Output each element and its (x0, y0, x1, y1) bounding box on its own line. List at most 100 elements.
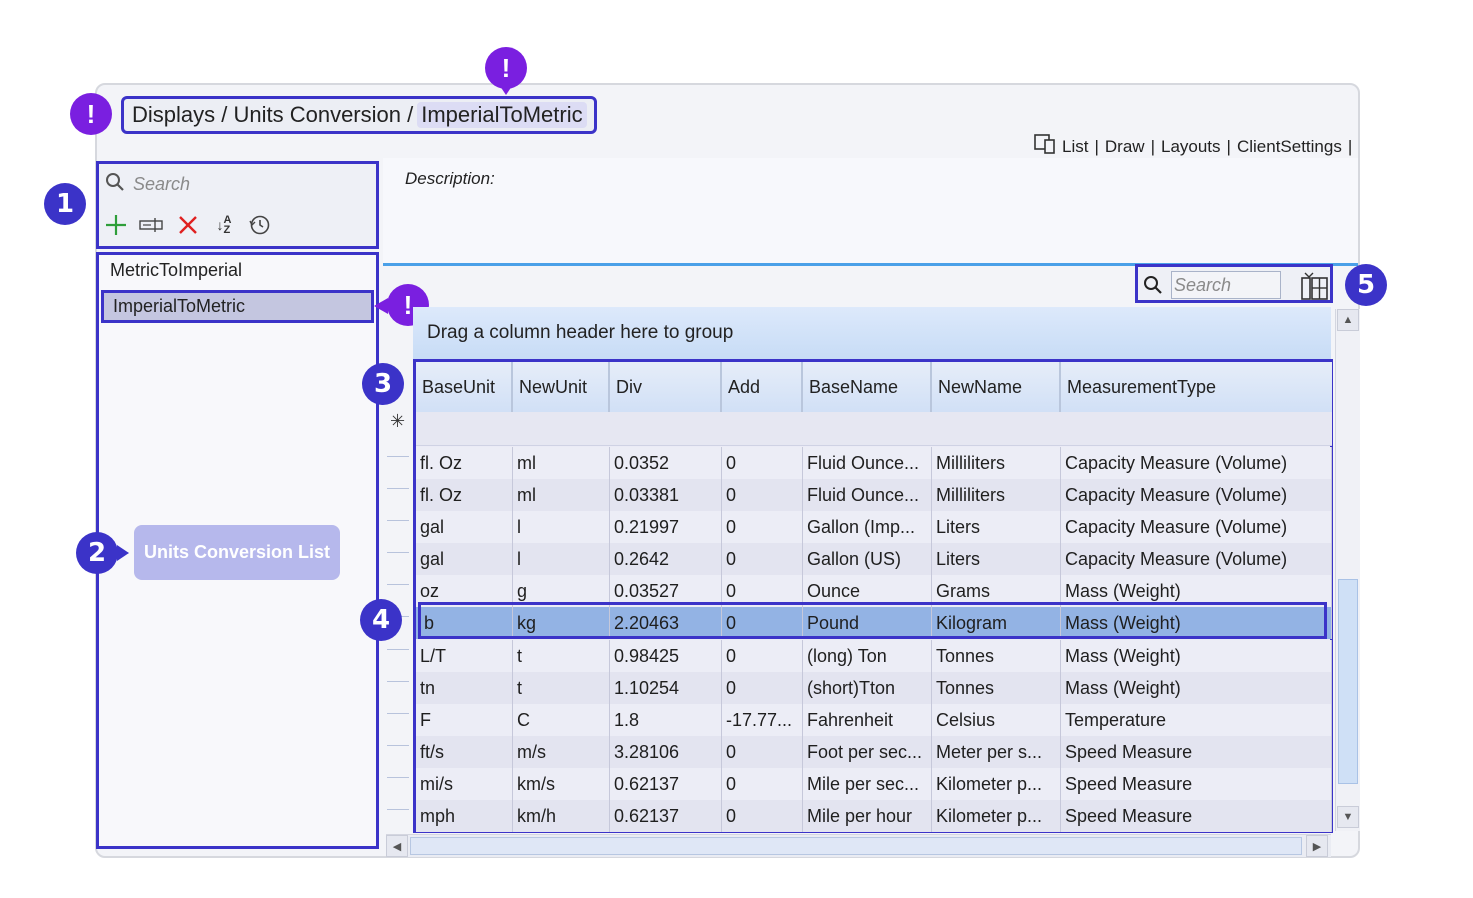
cell-basename[interactable]: Fahrenheit (803, 704, 932, 736)
cell-newunit[interactable]: km/h (513, 800, 610, 832)
new-row[interactable] (416, 412, 1332, 446)
cell-measurementtype[interactable]: Mass (Weight) (1061, 640, 1332, 672)
cell-baseunit[interactable]: tn (416, 672, 513, 704)
table-row[interactable]: ft/s m/s 3.28106 0 Foot per sec... Meter per … (416, 736, 1332, 768)
cell-measurementtype[interactable]: Mass (Weight) (1061, 672, 1332, 704)
horizontal-scrollbar[interactable]: ◀ ▶ (386, 834, 1331, 857)
cell-div[interactable]: 0.62137 (610, 800, 722, 832)
cell-baseunit[interactable]: gal (416, 543, 513, 575)
cell-add[interactable]: 0 (722, 768, 803, 800)
cell-div[interactable]: 0.0352 (610, 447, 722, 479)
cell-baseunit[interactable]: mph (416, 800, 513, 832)
layouts-link[interactable]: Layouts (1161, 137, 1221, 157)
cell-basename[interactable]: Fluid Ounce... (803, 447, 932, 479)
cell-newname[interactable]: Celsius (932, 704, 1061, 736)
client-settings-link[interactable]: ClientSettings (1237, 137, 1342, 157)
cell-add[interactable]: -17.77... (722, 704, 803, 736)
list-link[interactable]: List (1062, 137, 1088, 157)
cell-newname[interactable]: Liters (932, 511, 1061, 543)
cell-basename[interactable]: Gallon (Imp... (803, 511, 932, 543)
cell-newunit[interactable]: m/s (513, 736, 610, 768)
cell-newname[interactable]: Milliliters (932, 447, 1061, 479)
add-icon[interactable] (103, 212, 129, 238)
cell-newunit[interactable]: km/s (513, 768, 610, 800)
col-header-div[interactable]: Div (610, 362, 722, 412)
horizontal-scroll-thumb[interactable] (410, 837, 1302, 855)
col-header-baseunit[interactable]: BaseUnit (416, 362, 513, 412)
group-panel[interactable]: Drag a column header here to group (413, 307, 1331, 359)
scroll-down-icon[interactable]: ▼ (1337, 806, 1359, 828)
col-header-add[interactable]: Add (722, 362, 803, 412)
cell-measurementtype[interactable]: Speed Measure (1061, 768, 1332, 800)
rename-icon[interactable] (139, 212, 165, 238)
cell-div[interactable]: 1.10254 (610, 672, 722, 704)
delete-icon[interactable] (175, 212, 201, 238)
cell-newunit[interactable]: l (513, 511, 610, 543)
cell-div[interactable]: 1.8 (610, 704, 722, 736)
col-header-newname[interactable]: NewName (932, 362, 1061, 412)
history-icon[interactable] (247, 212, 273, 238)
sidebar-item-metrictoimperial[interactable]: MetricToImperial (110, 260, 242, 281)
cell-add[interactable]: 0 (722, 543, 803, 575)
table-row[interactable]: L/T t 0.98425 0 (long) Ton Tonnes Mass (Weight… (416, 640, 1332, 672)
cell-newunit[interactable]: t (513, 672, 610, 704)
cell-newname[interactable]: Milliliters (932, 479, 1061, 511)
col-header-measurementtype[interactable]: MeasurementType (1061, 362, 1332, 412)
cell-basename[interactable]: (short)Tton (803, 672, 932, 704)
draw-link[interactable]: Draw (1105, 137, 1145, 157)
cell-basename[interactable]: Mile per hour (803, 800, 932, 832)
table-row[interactable]: F C 1.8 -17.77... Fahrenheit Celsius Temperatu… (416, 704, 1332, 736)
cell-measurementtype[interactable]: Capacity Measure (Volume) (1061, 447, 1332, 479)
cell-baseunit[interactable]: L/T (416, 640, 513, 672)
cell-newname[interactable]: Liters (932, 543, 1061, 575)
cell-basename[interactable]: Fluid Ounce... (803, 479, 932, 511)
sidebar-search-input[interactable]: Search (133, 174, 190, 195)
sort-icon[interactable]: ↓ A Z (211, 212, 237, 238)
units-conversion-list-button[interactable]: Units Conversion List (134, 525, 340, 580)
cell-div[interactable]: 0.2642 (610, 543, 722, 575)
cell-add[interactable]: 0 (722, 800, 803, 832)
breadcrumb-path[interactable]: Displays / Units Conversion / (132, 102, 413, 128)
cell-newunit[interactable]: l (513, 543, 610, 575)
cell-div[interactable]: 0.62137 (610, 768, 722, 800)
column-chooser-icon[interactable] (1300, 271, 1330, 306)
breadcrumb-current[interactable]: ImperialToMetric (417, 102, 587, 128)
cell-measurementtype[interactable]: Capacity Measure (Volume) (1061, 511, 1332, 543)
table-row[interactable]: mph km/h 0.62137 0 Mile per hour Kilometer p.… (416, 800, 1332, 832)
table-row[interactable]: gal l 0.2642 0 Gallon (US) Liters Capacity Mea… (416, 543, 1332, 575)
cell-baseunit[interactable]: F (416, 704, 513, 736)
table-row[interactable]: fl. Oz ml 0.03381 0 Fluid Ounce... Milliliter… (416, 479, 1332, 511)
cell-newname[interactable]: Tonnes (932, 640, 1061, 672)
cell-baseunit[interactable]: gal (416, 511, 513, 543)
cell-newname[interactable]: Kilometer p... (932, 800, 1061, 832)
cell-add[interactable]: 0 (722, 447, 803, 479)
cell-basename[interactable]: Gallon (US) (803, 543, 932, 575)
cell-basename[interactable]: Mile per sec... (803, 768, 932, 800)
vertical-scroll-thumb[interactable] (1338, 579, 1358, 784)
sidebar-item-imperialtometric[interactable]: ImperialToMetric (101, 290, 374, 323)
cell-newunit[interactable]: t (513, 640, 610, 672)
cell-measurementtype[interactable]: Capacity Measure (Volume) (1061, 479, 1332, 511)
cell-measurementtype[interactable]: Temperature (1061, 704, 1332, 736)
scroll-up-icon[interactable]: ▲ (1337, 309, 1359, 331)
cell-div[interactable]: 0.21997 (610, 511, 722, 543)
cell-basename[interactable]: Foot per sec... (803, 736, 932, 768)
cell-newname[interactable]: Kilometer p... (932, 768, 1061, 800)
grid-search-input[interactable]: Search (1171, 271, 1281, 299)
col-header-newunit[interactable]: NewUnit (513, 362, 610, 412)
cell-newname[interactable]: Tonnes (932, 672, 1061, 704)
cell-div[interactable]: 3.28106 (610, 736, 722, 768)
vertical-scrollbar[interactable]: ▲ ▼ (1335, 309, 1360, 831)
cell-div[interactable]: 0.03381 (610, 479, 722, 511)
cell-newname[interactable]: Meter per s... (932, 736, 1061, 768)
cell-add[interactable]: 0 (722, 640, 803, 672)
cell-measurementtype[interactable]: Speed Measure (1061, 736, 1332, 768)
sidebar-search[interactable]: Search (105, 172, 190, 197)
table-row[interactable]: fl. Oz ml 0.0352 0 Fluid Ounce... Milliliters… (416, 447, 1332, 479)
cell-add[interactable]: 0 (722, 672, 803, 704)
cell-newunit[interactable]: ml (513, 479, 610, 511)
cell-baseunit[interactable]: fl. Oz (416, 479, 513, 511)
scroll-right-icon[interactable]: ▶ (1306, 835, 1328, 857)
cell-add[interactable]: 0 (722, 736, 803, 768)
cell-baseunit[interactable]: ft/s (416, 736, 513, 768)
